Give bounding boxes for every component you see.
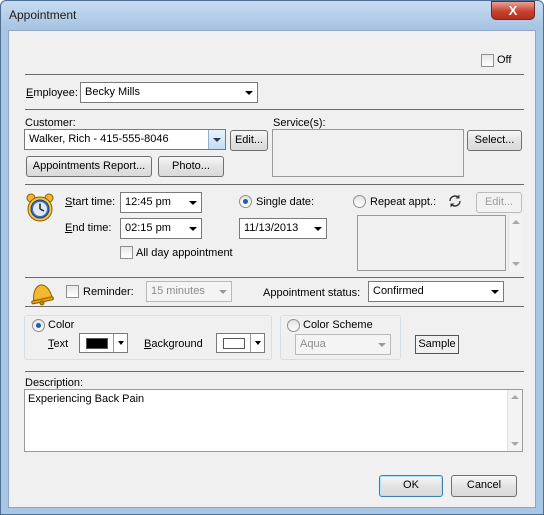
text-color-swatch xyxy=(86,338,108,349)
color-label: Color xyxy=(48,319,75,331)
customer-edit-button[interactable]: Edit... xyxy=(230,130,268,151)
customer-dropdown-button[interactable] xyxy=(208,130,225,149)
description-label: Description: xyxy=(25,377,84,389)
scroll-up-icon[interactable] xyxy=(511,395,519,399)
scroll-up-icon[interactable] xyxy=(512,220,520,224)
chevron-down-icon xyxy=(189,227,197,231)
chevron-down-icon xyxy=(219,290,227,294)
services-list[interactable] xyxy=(272,129,464,177)
single-date-label: Single date: xyxy=(256,196,315,208)
customer-label: Customer: xyxy=(25,117,76,129)
background-color-picker[interactable] xyxy=(216,333,265,353)
photo-button[interactable]: Photo... xyxy=(158,156,224,177)
description-scrollbar[interactable] xyxy=(507,390,522,451)
appointment-status-label: Appointment status: xyxy=(263,287,361,299)
background-color-swatch xyxy=(223,338,245,349)
color-scheme-value: Aqua xyxy=(300,338,326,350)
appointment-status-select[interactable]: Confirmed xyxy=(368,281,504,302)
customer-combobox[interactable]: Walker, Rich - 415-555-8046 xyxy=(24,129,226,150)
color-sample-preview: Sample xyxy=(415,335,459,354)
chevron-down-icon xyxy=(255,341,261,345)
reminder-select[interactable]: 15 minutes xyxy=(146,281,232,302)
employee-select[interactable]: Becky Mills xyxy=(80,82,258,103)
off-label: Off xyxy=(497,54,512,66)
employee-value: Becky Mills xyxy=(85,86,141,98)
text-color-picker[interactable] xyxy=(79,333,128,353)
customer-value: Walker, Rich - 415-555-8046 xyxy=(29,133,169,145)
separator xyxy=(25,74,524,75)
text-color-label: Text xyxy=(48,338,69,350)
separator xyxy=(25,277,524,278)
chevron-down-icon xyxy=(378,343,386,347)
color-radio[interactable] xyxy=(32,319,45,332)
color-scheme-select[interactable]: Aqua xyxy=(295,334,391,355)
chevron-down-icon xyxy=(118,341,124,345)
single-date-picker[interactable]: 11/13/2013 xyxy=(239,218,327,239)
window-title: Appointment xyxy=(9,8,77,22)
chevron-down-icon xyxy=(245,91,253,95)
repeat-summary-box xyxy=(357,215,506,271)
appointments-report-button[interactable]: Appointments Report... xyxy=(26,156,152,177)
end-time-value: 02:15 pm xyxy=(125,222,171,234)
end-time-label: End time: xyxy=(65,222,112,234)
description-textarea[interactable]: Experiencing Back Pain xyxy=(24,389,523,452)
description-text: Experiencing Back Pain xyxy=(28,393,145,405)
start-time-select[interactable]: 12:45 pm xyxy=(120,192,202,213)
employee-label: Employee: xyxy=(26,87,78,99)
ok-button[interactable]: OK xyxy=(379,475,443,497)
separator xyxy=(25,184,524,185)
color-scheme-radio[interactable] xyxy=(287,319,300,332)
close-button[interactable]: X xyxy=(491,1,535,20)
repeat-scrollbar[interactable] xyxy=(508,215,523,271)
all-day-label: All day appointment xyxy=(136,247,233,259)
dialog-body: Off Employee: Becky Mills Customer: Walk… xyxy=(8,30,536,508)
color-scheme-label: Color Scheme xyxy=(303,319,373,331)
scroll-down-icon[interactable] xyxy=(512,262,520,266)
reminder-value: 15 minutes xyxy=(151,285,205,297)
separator xyxy=(25,371,524,372)
chevron-down-icon xyxy=(189,201,197,205)
all-day-checkbox[interactable] xyxy=(120,246,133,259)
appointment-window: Appointment X Off Employee: Becky Mills … xyxy=(0,0,544,515)
services-label: Service(s): xyxy=(273,117,326,129)
swatch-divider xyxy=(113,334,114,352)
swatch-divider xyxy=(250,334,251,352)
repeat-appt-label: Repeat appt.: xyxy=(370,196,437,208)
reminder-label: Reminder: xyxy=(83,286,134,298)
alarm-clock-icon xyxy=(25,193,55,223)
reminder-checkbox[interactable] xyxy=(66,285,79,298)
start-time-label: Start time: xyxy=(65,196,116,208)
separator xyxy=(25,109,524,110)
start-time-value: 12:45 pm xyxy=(125,196,171,208)
background-color-label: Background xyxy=(144,338,203,350)
appointment-status-value: Confirmed xyxy=(373,285,424,297)
single-date-radio[interactable] xyxy=(239,195,252,208)
bell-icon xyxy=(26,280,56,306)
title-bar[interactable]: Appointment X xyxy=(1,1,543,29)
repeat-edit-button[interactable]: Edit... xyxy=(476,192,522,213)
chevron-down-icon xyxy=(213,138,221,142)
separator xyxy=(25,306,524,307)
cancel-button[interactable]: Cancel xyxy=(451,475,517,497)
scroll-down-icon[interactable] xyxy=(511,442,519,446)
single-date-value: 11/13/2013 xyxy=(244,222,299,234)
end-time-select[interactable]: 02:15 pm xyxy=(120,218,202,239)
select-services-button[interactable]: Select... xyxy=(467,130,522,151)
refresh-icon[interactable] xyxy=(447,193,463,209)
off-checkbox[interactable] xyxy=(481,54,494,67)
repeat-appt-radio[interactable] xyxy=(353,195,366,208)
chevron-down-icon xyxy=(491,290,499,294)
chevron-down-icon xyxy=(314,227,322,231)
